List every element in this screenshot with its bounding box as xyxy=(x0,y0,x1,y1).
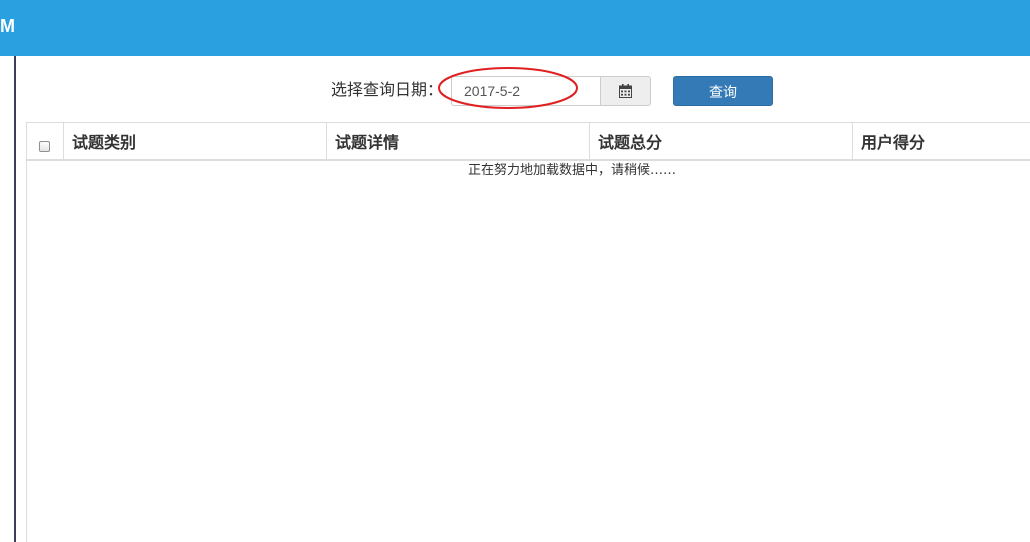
column-header-total-score[interactable]: 试题总分 xyxy=(590,123,853,159)
select-all-checkbox[interactable] xyxy=(39,141,50,152)
calendar-button[interactable] xyxy=(600,76,651,106)
header-select-cell xyxy=(27,123,64,159)
column-header-category[interactable]: 试题类别 xyxy=(64,123,327,159)
date-input[interactable] xyxy=(451,76,601,106)
loading-message: 正在努力地加载数据中，请稍候…… xyxy=(467,163,676,178)
table-header: 试题类别 试题详情 试题总分 用户得分 xyxy=(27,123,1030,161)
date-search-bar: 选择查询日期： 查询 xyxy=(330,76,780,106)
date-label: 选择查询日期： xyxy=(331,80,444,99)
sidebar-border xyxy=(14,56,16,542)
query-button[interactable]: 查询 xyxy=(673,76,773,106)
results-table: 试题类别 试题详情 试题总分 用户得分 正在努力地加载数据中，请稍候…… xyxy=(26,122,1030,542)
top-bar: M xyxy=(0,0,1030,56)
column-header-details[interactable]: 试题详情 xyxy=(327,123,590,159)
left-sidebar-edge xyxy=(0,56,16,542)
brand-text: M xyxy=(0,16,15,36)
page: M 选择查询日期： 查询 xyxy=(0,0,1030,542)
column-header-user-score[interactable]: 用户得分 xyxy=(853,123,1030,159)
calendar-icon xyxy=(619,84,632,98)
